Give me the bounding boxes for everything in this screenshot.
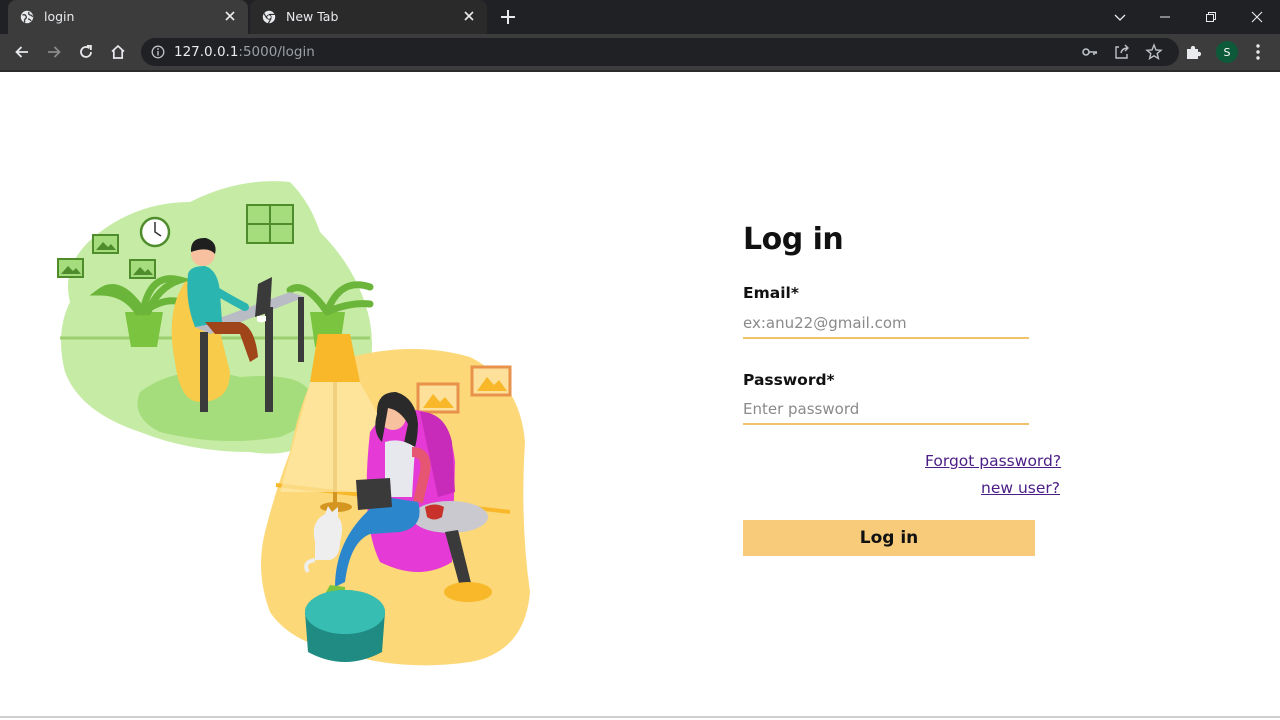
puzzle-icon[interactable] <box>1183 41 1205 63</box>
tab-bar: login New Tab <box>0 0 1280 34</box>
key-icon[interactable] <box>1081 43 1099 61</box>
page-title: Log in <box>743 222 844 257</box>
home-icon <box>111 44 125 59</box>
restore-icon <box>1206 12 1216 22</box>
close-icon <box>1251 11 1263 23</box>
globe-icon <box>20 10 34 24</box>
home-button[interactable] <box>107 41 129 63</box>
info-icon[interactable] <box>151 45 165 59</box>
restore-button[interactable] <box>1188 0 1234 34</box>
password-field[interactable] <box>743 395 1029 425</box>
window-close-button[interactable] <box>1234 0 1280 34</box>
login-button[interactable]: Log in <box>743 520 1035 556</box>
minimize-button[interactable] <box>1142 0 1188 34</box>
tab-search-button[interactable] <box>1097 0 1143 34</box>
password-label: Password* <box>743 371 835 389</box>
window-frame <box>246 204 294 244</box>
arrow-right-icon <box>48 46 61 58</box>
minimize-icon <box>1160 16 1170 18</box>
email-label: Email* <box>743 284 799 302</box>
tab-title: login <box>44 9 75 24</box>
email-field[interactable] <box>743 309 1029 339</box>
forward-button[interactable] <box>43 41 65 63</box>
reload-icon <box>80 44 92 58</box>
profile-avatar[interactable]: S <box>1216 41 1238 63</box>
workspace-illustration <box>57 181 530 666</box>
url-path: :5000/login <box>238 44 315 60</box>
close-icon[interactable] <box>461 8 477 24</box>
reload-button[interactable] <box>75 41 97 63</box>
browser-toolbar: 127.0.0.1:5000/login <box>0 34 1280 70</box>
chrome-icon <box>262 10 276 24</box>
arrow-left-icon <box>15 46 28 58</box>
share-icon[interactable] <box>1113 43 1131 61</box>
kebab-menu-icon[interactable] <box>1249 41 1267 63</box>
tab-login[interactable]: login <box>8 0 248 34</box>
address-bar[interactable]: 127.0.0.1:5000/login <box>141 38 1179 66</box>
back-button[interactable] <box>11 41 33 63</box>
page-content: Log in Email* Password* Forgot password?… <box>0 72 1280 718</box>
new-tab-plus-icon[interactable] <box>497 6 519 28</box>
forgot-password-link[interactable]: Forgot password? <box>925 452 1061 470</box>
close-icon[interactable] <box>222 8 238 24</box>
new-user-link[interactable]: new user? <box>981 479 1060 497</box>
chevron-down-icon <box>1114 14 1126 21</box>
star-icon[interactable] <box>1145 43 1163 61</box>
tab-new-tab[interactable]: New Tab <box>250 0 487 34</box>
taskbar-edge <box>0 716 1280 718</box>
url-host: 127.0.0.1 <box>174 44 239 60</box>
url-text[interactable]: 127.0.0.1:5000/login <box>174 44 315 60</box>
tab-title: New Tab <box>286 9 339 24</box>
